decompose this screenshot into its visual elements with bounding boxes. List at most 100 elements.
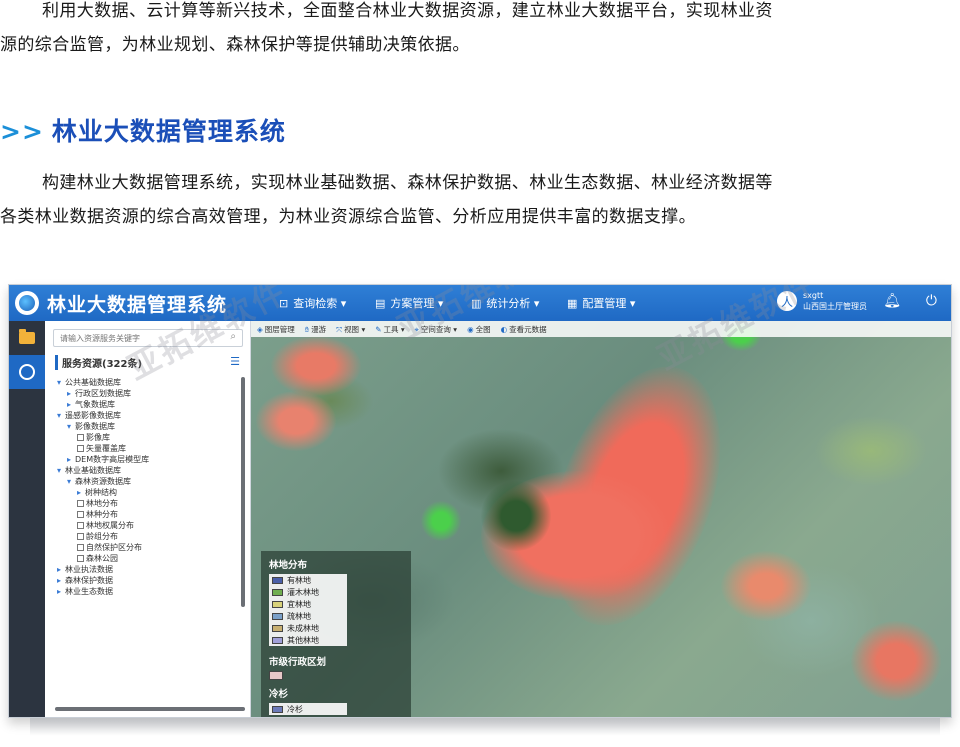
menu-query-label: 查询检索 ▾ — [293, 297, 347, 310]
tree-node[interactable]: ▾ 遥感影像数据库 — [57, 410, 149, 421]
tree-node[interactable]: ▾ 森林资源数据库 — [57, 476, 149, 487]
tree-toggle-icon[interactable]: ▸ — [67, 454, 75, 465]
tree-node[interactable]: ▸ DEM数字高层模型库 — [57, 454, 149, 465]
map-tool-view[interactable]: ⤧ 视图 ▾ — [336, 324, 365, 335]
legend-label: 疏林地 — [287, 611, 311, 621]
logout-icon[interactable]: ⏻ — [926, 293, 937, 309]
search-icon[interactable]: ⌕ — [230, 331, 236, 342]
app-topbar: 林业大数据管理系统 ⊡ 查询检索 ▾ ▤ 方案管理 ▾ ▥ 统计分析 ▾ ▦ 配… — [9, 285, 951, 321]
menu-plan[interactable]: ▤ 方案管理 ▾ — [375, 295, 471, 311]
tree-node-label: 矢量覆盖库 — [86, 444, 126, 453]
tree-checkbox[interactable] — [77, 533, 84, 540]
tree-toggle-icon[interactable]: ▸ — [57, 586, 65, 597]
tree-checkbox[interactable] — [77, 522, 84, 529]
tree-node[interactable]: ▾ 林业基础数据库 — [57, 465, 149, 476]
map-tool-label: 工具 ▾ — [383, 324, 405, 334]
tree-toggle-icon[interactable]: ▾ — [67, 476, 75, 487]
tree-checkbox[interactable] — [77, 500, 84, 507]
menu-stats[interactable]: ▥ 统计分析 ▾ — [471, 295, 567, 311]
tree-toggle-icon[interactable]: ▾ — [57, 410, 65, 421]
tree-node[interactable]: ▸ 行政区划数据库 — [57, 388, 149, 399]
tree-node[interactable]: 龄组分布 — [57, 531, 149, 542]
left-rail — [9, 321, 45, 717]
tree-toggle-icon[interactable]: ▾ — [67, 421, 75, 432]
map-tool-label: 漫游 — [311, 324, 327, 334]
tree-node[interactable]: 森林公园 — [57, 553, 149, 564]
section-line-1: 构建林业大数据管理系统，实现林业基础数据、森林保护数据、林业生态数据、林业经济数… — [42, 173, 773, 193]
list-view-icon[interactable]: ☰ — [230, 355, 240, 368]
legend-item-fir: 冷杉 — [269, 703, 347, 715]
folder-icon — [19, 329, 35, 344]
tree-node-label: 遥感影像数据库 — [65, 411, 121, 420]
map-tool-eye[interactable]: ◐ 查看元数据 — [501, 324, 547, 335]
tree-node[interactable]: 自然保护区分布 — [57, 542, 149, 553]
heading-text: 林业大数据管理系统 — [51, 117, 286, 146]
tree-vertical-scrollbar[interactable] — [241, 377, 245, 607]
legend-label: 未成林地 — [287, 623, 319, 633]
tree-checkbox[interactable] — [77, 555, 84, 562]
bell-icon[interactable]: 🔔︎ — [883, 293, 901, 309]
tree-node[interactable]: ▸ 森林保护数据 — [57, 575, 149, 586]
tree-horizontal-scrollbar[interactable] — [55, 707, 245, 711]
avatar: 人 — [777, 291, 797, 311]
map-tool-tools[interactable]: ✎ 工具 ▾ — [375, 324, 404, 335]
tree-node[interactable]: ▸ 林业生态数据 — [57, 586, 149, 597]
map-view[interactable]: ◈ 图层管理 ✋︎ 漫游 ⤧ 视图 ▾ ✎ 工具 ▾ ⌖ 空间查询 ▾ ◉ 全图 ◐ 查看元数据 林地分布… — [251, 321, 951, 717]
map-tool-layers[interactable]: ◈ 图层管理 — [257, 324, 295, 335]
legend-swatch — [272, 600, 283, 608]
settings-icon: ▦ — [567, 296, 578, 310]
tree-node[interactable]: 矢量覆盖库 — [57, 443, 149, 454]
menu-config[interactable]: ▦ 配置管理 ▾ — [567, 295, 663, 311]
tree-checkbox[interactable] — [77, 434, 84, 441]
menu-query[interactable]: ⊡ 查询检索 ▾ — [279, 295, 375, 311]
tree-toggle-icon[interactable]: ▸ — [67, 399, 75, 410]
app-logo-icon — [15, 291, 39, 315]
legend-label: 宜林地 — [287, 599, 311, 609]
tree-checkbox[interactable] — [77, 544, 84, 551]
section-paragraph: 构建林业大数据管理系统，实现林业基础数据、森林保护数据、林业生态数据、林业经济数… — [0, 166, 960, 234]
tree-node-label: 林业基础数据库 — [65, 466, 121, 475]
rail-globe-button[interactable] — [9, 355, 45, 389]
tree-node[interactable]: 林地权属分布 — [57, 520, 149, 531]
tree-toggle-icon[interactable]: ▾ — [57, 377, 65, 388]
tree-node[interactable]: 影像库 — [57, 432, 149, 443]
tree-node-label: 林业执法数据 — [65, 565, 113, 574]
tree-toggle-icon[interactable]: ▸ — [67, 388, 75, 399]
tree-node-label: 龄组分布 — [86, 532, 118, 541]
tree-node-label: 林业生态数据 — [65, 587, 113, 596]
tree-checkbox[interactable] — [77, 511, 84, 518]
tree-toggle-icon[interactable]: ▾ — [57, 465, 65, 476]
resource-search-input[interactable] — [53, 329, 243, 347]
user-info[interactable]: 人 sxgtt 山西国土厅管理员 — [777, 290, 867, 312]
map-tool-globe[interactable]: ◉ 全图 — [467, 324, 491, 335]
map-tool-pan[interactable]: ✋︎ 漫游 — [305, 324, 326, 335]
view-icon: ⤧ — [336, 324, 343, 334]
layers-icon: ◈ — [257, 324, 263, 334]
map-tool-query[interactable]: ⌖ 空间查询 ▾ — [415, 324, 457, 335]
tree-node[interactable]: ▾ 影像数据库 — [57, 421, 149, 432]
heading-chevron: >> — [0, 117, 44, 146]
tree-node[interactable]: ▾ 公共基础数据库 — [57, 377, 149, 388]
tree-node-label: 林种分布 — [86, 510, 118, 519]
legend-title-admin: 市级行政区划 — [269, 657, 327, 668]
tree-node[interactable]: ▸ 林业执法数据 — [57, 564, 149, 575]
legend-admin-swatch — [269, 671, 283, 680]
pan-icon: ✋︎ — [304, 324, 310, 334]
tree-node-label: 林地分布 — [86, 499, 118, 508]
dark-forest-patch — [481, 481, 551, 551]
tree-toggle-icon[interactable]: ▸ — [57, 575, 65, 586]
tree-checkbox[interactable] — [77, 445, 84, 452]
map-tool-label: 全图 — [475, 324, 491, 334]
tree-node[interactable]: 林种分布 — [57, 509, 149, 520]
menu-config-label: 配置管理 ▾ — [582, 297, 636, 310]
tree-node[interactable]: 林地分布 — [57, 498, 149, 509]
tree-node[interactable]: ▸ 树种结构 — [57, 487, 149, 498]
tree-toggle-icon[interactable]: ▸ — [57, 564, 65, 575]
eye-icon: ◐ — [500, 324, 508, 334]
legend-swatch — [272, 588, 283, 596]
tree-node[interactable]: ▸ 气象数据库 — [57, 399, 149, 410]
tree-node-label: 影像数据库 — [75, 422, 115, 431]
tree-toggle-icon[interactable]: ▸ — [77, 487, 85, 498]
rail-folder-button[interactable] — [9, 321, 45, 355]
intro-line-1: 利用大数据、云计算等新兴技术，全面整合林业大数据资源，建立林业大数据平台，实现林… — [42, 1, 773, 21]
